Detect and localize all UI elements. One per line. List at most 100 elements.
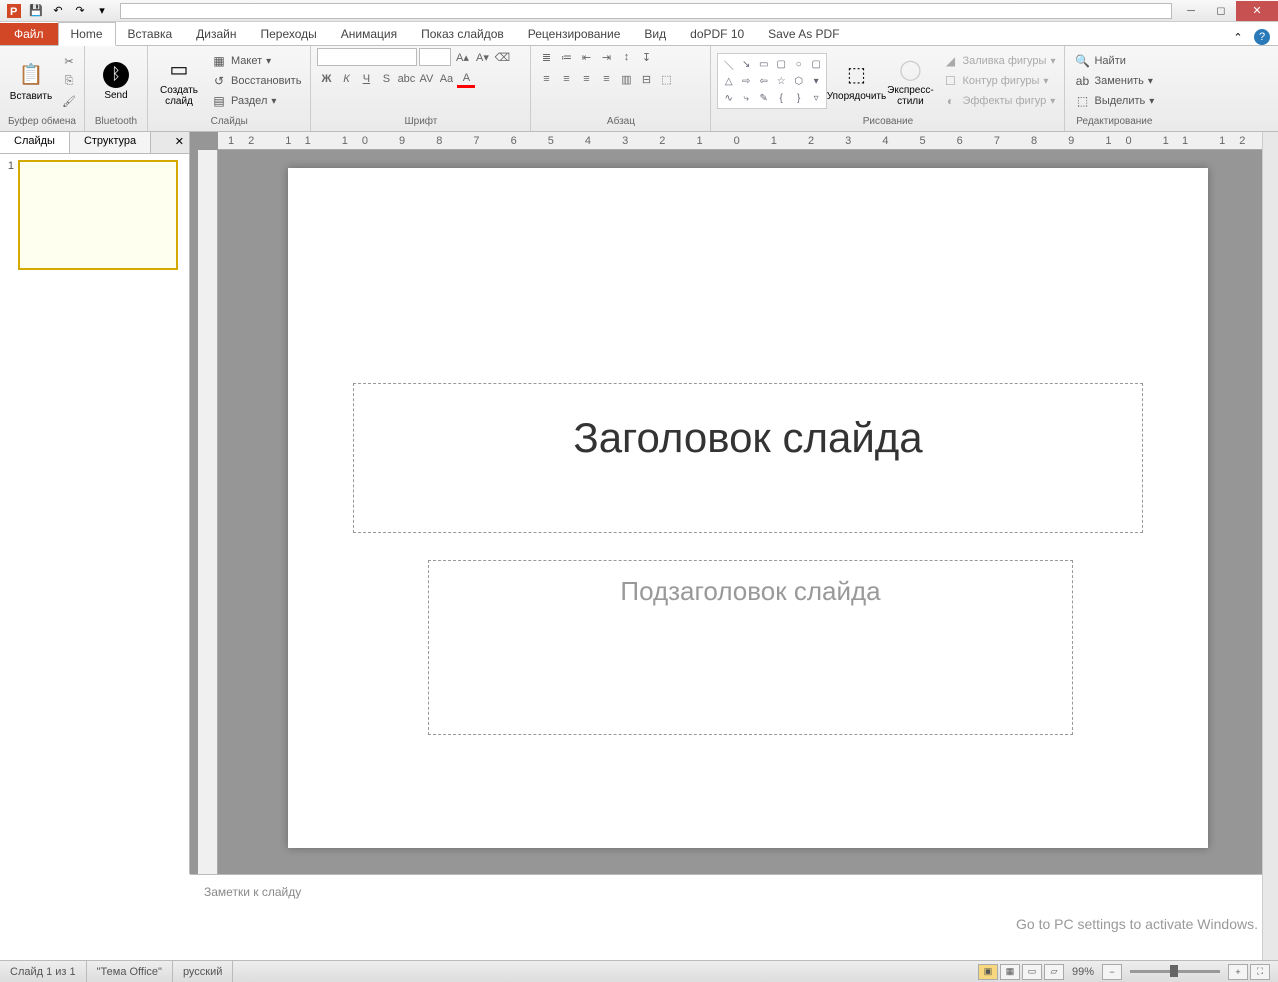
canvas[interactable]: Заголовок слайда Подзаголовок слайда: [218, 150, 1278, 874]
minimize-ribbon-icon[interactable]: ⌃: [1230, 29, 1246, 45]
fit-window-icon[interactable]: ⛶: [1250, 964, 1270, 980]
underline-icon[interactable]: Ч: [357, 70, 375, 88]
slide-thumbnail-1[interactable]: 1: [0, 154, 189, 276]
new-slide-button[interactable]: ▭ Создать слайд: [154, 49, 204, 113]
undo-icon[interactable]: ↶: [48, 2, 68, 20]
align-text-icon[interactable]: ⊟: [637, 70, 655, 88]
close-panel-icon[interactable]: ✕: [169, 132, 190, 153]
shape-free-icon[interactable]: ✎: [755, 90, 772, 106]
font-color-icon[interactable]: A: [457, 70, 475, 88]
shape-more-icon[interactable]: ▾: [808, 73, 825, 89]
line-spacing-icon[interactable]: ↕: [617, 48, 635, 66]
vertical-scrollbar[interactable]: [1262, 132, 1278, 960]
reading-view-icon[interactable]: ▭: [1022, 964, 1042, 980]
status-language[interactable]: русский: [173, 961, 233, 982]
align-center-icon[interactable]: ≡: [557, 70, 575, 88]
app-icon[interactable]: P: [4, 2, 24, 20]
shape-line-icon[interactable]: ＼: [720, 56, 737, 72]
title-placeholder[interactable]: Заголовок слайда: [353, 383, 1143, 533]
redo-icon[interactable]: ↷: [70, 2, 90, 20]
tab-design[interactable]: Дизайн: [184, 23, 248, 45]
clear-format-icon[interactable]: ⌫: [493, 48, 511, 66]
tab-review[interactable]: Рецензирование: [516, 23, 633, 45]
justify-icon[interactable]: ≡: [597, 70, 615, 88]
italic-icon[interactable]: К: [337, 70, 355, 88]
arrange-button[interactable]: ⬚ Упорядочить: [831, 49, 881, 113]
shape-star-icon[interactable]: ☆: [773, 73, 790, 89]
shrink-font-icon[interactable]: A▾: [473, 48, 491, 66]
shape-arrow3-icon[interactable]: ⇦: [755, 73, 772, 89]
sorter-view-icon[interactable]: ▦: [1000, 964, 1020, 980]
tab-insert[interactable]: Вставка: [116, 23, 185, 45]
font-size-combo[interactable]: [419, 48, 451, 66]
slideshow-view-icon[interactable]: ▱: [1044, 964, 1064, 980]
shape-fill-button[interactable]: ◢Заливка фигуры ▾: [939, 52, 1058, 70]
select-button[interactable]: ⬚Выделить ▾: [1071, 92, 1157, 110]
strike-icon[interactable]: S: [377, 70, 395, 88]
spacing-icon[interactable]: AV: [417, 70, 435, 88]
cut-icon[interactable]: ✂: [60, 52, 78, 70]
smartart-icon[interactable]: ⬚: [657, 70, 675, 88]
slide-canvas[interactable]: Заголовок слайда Подзаголовок слайда: [288, 168, 1208, 848]
notes-pane[interactable]: Заметки к слайду: [190, 874, 1278, 914]
align-left-icon[interactable]: ≡: [537, 70, 555, 88]
zoom-percent[interactable]: 99%: [1072, 966, 1094, 978]
bullets-icon[interactable]: ≣: [537, 48, 555, 66]
tab-slideshow[interactable]: Показ слайдов: [409, 23, 516, 45]
copy-icon[interactable]: ⎘: [60, 72, 78, 90]
align-right-icon[interactable]: ≡: [577, 70, 595, 88]
replace-button[interactable]: abЗаменить ▾: [1071, 72, 1157, 90]
subtitle-placeholder[interactable]: Подзаголовок слайда: [428, 560, 1073, 735]
zoom-slider[interactable]: [1130, 970, 1220, 973]
zoom-in-icon[interactable]: +: [1228, 964, 1248, 980]
tab-animations[interactable]: Анимация: [329, 23, 409, 45]
tab-slides-panel[interactable]: Слайды: [0, 132, 70, 153]
indent-dec-icon[interactable]: ⇤: [577, 48, 595, 66]
tab-home[interactable]: Home: [58, 22, 116, 46]
shape-effects-button[interactable]: ◐Эффекты фигур ▾: [939, 92, 1058, 110]
zoom-out-icon[interactable]: −: [1102, 964, 1122, 980]
numbering-icon[interactable]: ≔: [557, 48, 575, 66]
save-icon[interactable]: 💾: [26, 2, 46, 20]
columns-icon[interactable]: ▥: [617, 70, 635, 88]
shape-rect2-icon[interactable]: ▢: [773, 56, 790, 72]
restore-button[interactable]: ◻: [1206, 1, 1236, 21]
normal-view-icon[interactable]: ▣: [978, 964, 998, 980]
shape-rect-icon[interactable]: ▭: [755, 56, 772, 72]
shape-arrow2-icon[interactable]: ⇨: [738, 73, 755, 89]
reset-button[interactable]: ↺Восстановить: [208, 72, 304, 90]
tab-outline-panel[interactable]: Структура: [70, 132, 151, 153]
text-direction-icon[interactable]: ↧: [637, 48, 655, 66]
close-button[interactable]: ✕: [1236, 1, 1278, 21]
help-icon[interactable]: ?: [1254, 29, 1270, 45]
tab-savepdf[interactable]: Save As PDF: [756, 23, 851, 45]
tab-transitions[interactable]: Переходы: [248, 23, 328, 45]
minimize-button[interactable]: ─: [1176, 1, 1206, 21]
grow-font-icon[interactable]: A▴: [453, 48, 471, 66]
format-painter-icon[interactable]: 🖌: [60, 92, 78, 110]
shapes-gallery[interactable]: ＼↘▭▢○▢ △⇨⇦☆⬡▾ ∿⤷✎{}▿: [717, 53, 827, 109]
shape-rounded-icon[interactable]: ▢: [808, 56, 825, 72]
shadow-icon[interactable]: abc: [397, 70, 415, 88]
shape-arrow-icon[interactable]: ↘: [738, 56, 755, 72]
tab-dopdf[interactable]: doPDF 10: [678, 23, 756, 45]
shape-oval-icon[interactable]: ○: [790, 56, 807, 72]
layout-button[interactable]: ▦Макет ▾: [208, 52, 304, 70]
bold-icon[interactable]: Ж: [317, 70, 335, 88]
vertical-ruler[interactable]: [198, 150, 218, 874]
shape-hex-icon[interactable]: ⬡: [790, 73, 807, 89]
case-icon[interactable]: Aa: [437, 70, 455, 88]
section-button[interactable]: ▤Раздел ▾: [208, 92, 304, 110]
font-name-combo[interactable]: [317, 48, 417, 66]
find-button[interactable]: 🔍Найти: [1071, 52, 1157, 70]
quick-styles-button[interactable]: ◯ Экспресс-стили: [885, 49, 935, 113]
shape-more2-icon[interactable]: ▿: [808, 90, 825, 106]
tab-file[interactable]: Файл: [0, 23, 58, 45]
shape-curve-icon[interactable]: ∿: [720, 90, 737, 106]
shape-brace-icon[interactable]: {: [773, 90, 790, 106]
bluetooth-send-button[interactable]: ᛒ Send: [91, 49, 141, 113]
title-input[interactable]: [120, 3, 1172, 19]
indent-inc-icon[interactable]: ⇥: [597, 48, 615, 66]
shape-conn-icon[interactable]: ⤷: [738, 90, 755, 106]
shape-outline-button[interactable]: ☐Контур фигуры ▾: [939, 72, 1058, 90]
